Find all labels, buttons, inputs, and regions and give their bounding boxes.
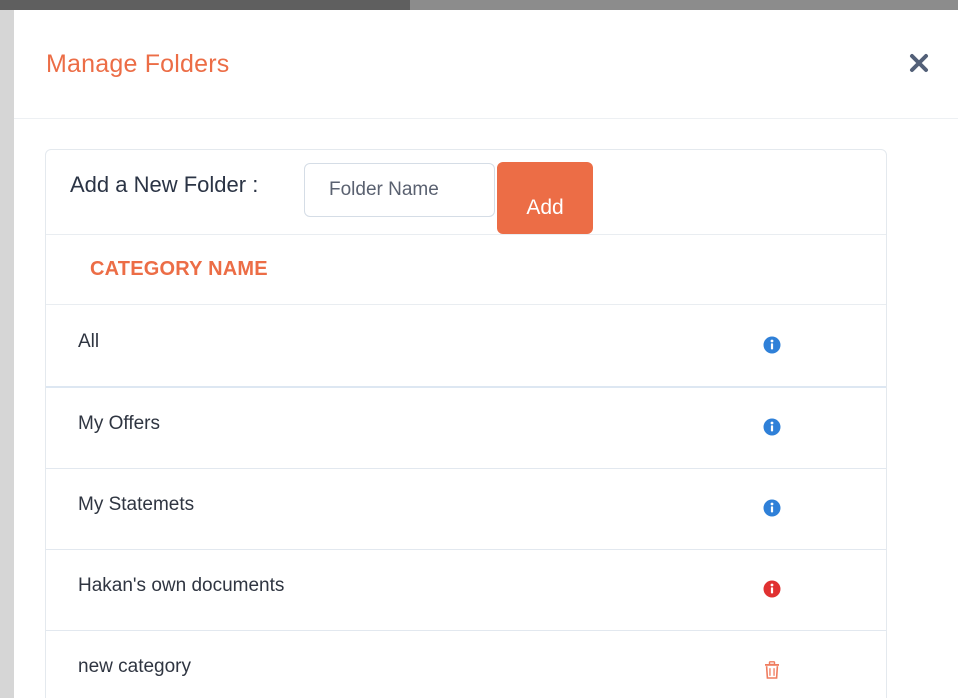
table-row: new category	[46, 630, 886, 698]
category-name: My Offers	[78, 413, 160, 434]
info-icon	[763, 580, 781, 598]
info-button[interactable]	[762, 498, 782, 518]
close-button[interactable]	[904, 48, 934, 78]
backdrop-top-strip	[0, 0, 958, 10]
category-name: All	[78, 331, 100, 352]
close-icon	[910, 54, 928, 72]
category-name: My Statemets	[78, 494, 195, 515]
info-button[interactable]	[762, 335, 782, 355]
add-folder-button[interactable]: Add	[497, 162, 593, 234]
delete-button[interactable]	[762, 660, 782, 680]
info-icon	[763, 418, 781, 436]
backdrop-left-edge	[0, 10, 14, 698]
folders-panel: Add a New Folder : Add CATEGORY NAME All…	[45, 149, 887, 698]
table-row: My Offers	[46, 387, 886, 469]
folder-name-input[interactable]	[304, 163, 495, 217]
add-folder-label: Add a New Folder :	[70, 172, 259, 197]
info-icon	[763, 499, 781, 517]
info-icon	[763, 336, 781, 354]
add-folder-row: Add a New Folder : Add	[46, 150, 886, 235]
manage-folders-modal: Manage Folders Add a New Folder : Add CA…	[14, 10, 958, 698]
category-name: new category	[78, 656, 192, 677]
table-header: CATEGORY NAME	[46, 234, 886, 305]
info-button[interactable]	[762, 579, 782, 599]
column-header-category-name: CATEGORY NAME	[90, 258, 268, 280]
category-name: Hakan's own documents	[78, 575, 285, 596]
table-row: Hakan's own documents	[46, 549, 886, 631]
trash-icon	[765, 661, 779, 679]
modal-header: Manage Folders	[14, 10, 958, 119]
modal-title: Manage Folders	[46, 50, 230, 78]
table-row: My Statemets	[46, 468, 886, 550]
info-button[interactable]	[762, 417, 782, 437]
table-row: All	[46, 305, 886, 388]
